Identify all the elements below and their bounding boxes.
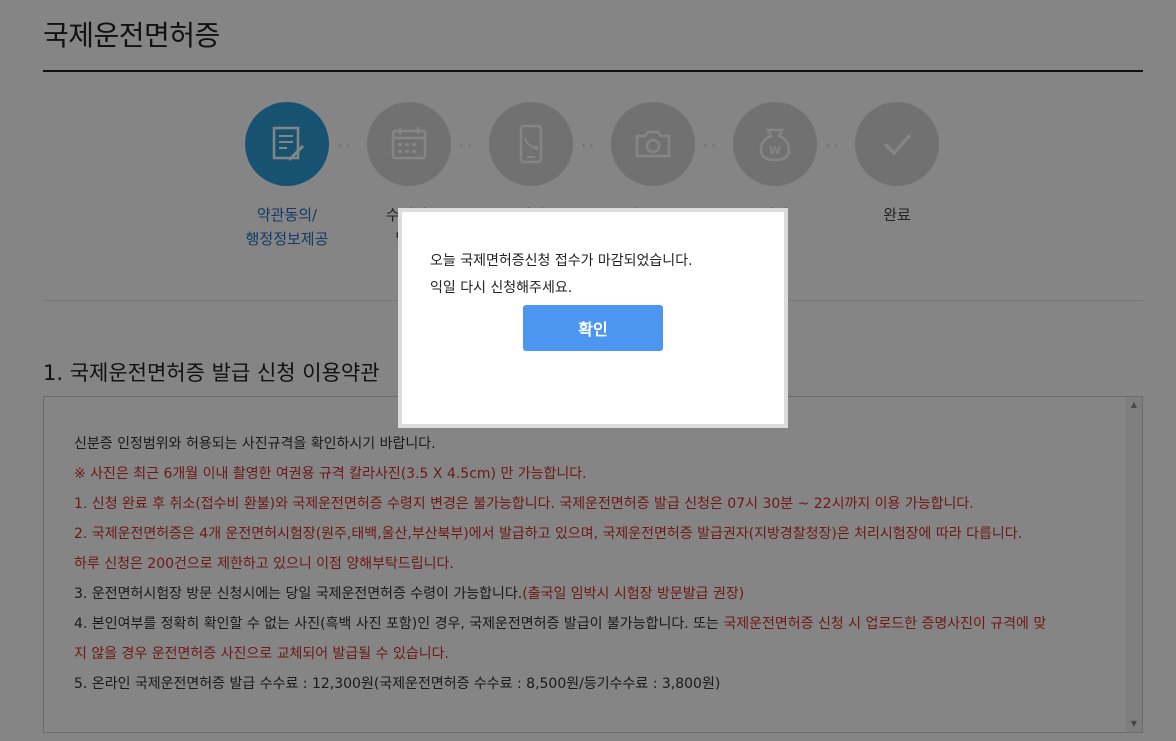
alert-message: 오늘 국제면허증신청 접수가 마감되었습니다. 익일 다시 신청해주세요.: [430, 253, 693, 296]
alert-dialog: 오늘 국제면허증신청 접수가 마감되었습니다. 익일 다시 신청해주세요. 확인: [398, 208, 788, 428]
confirm-button[interactable]: 확인: [523, 305, 663, 351]
